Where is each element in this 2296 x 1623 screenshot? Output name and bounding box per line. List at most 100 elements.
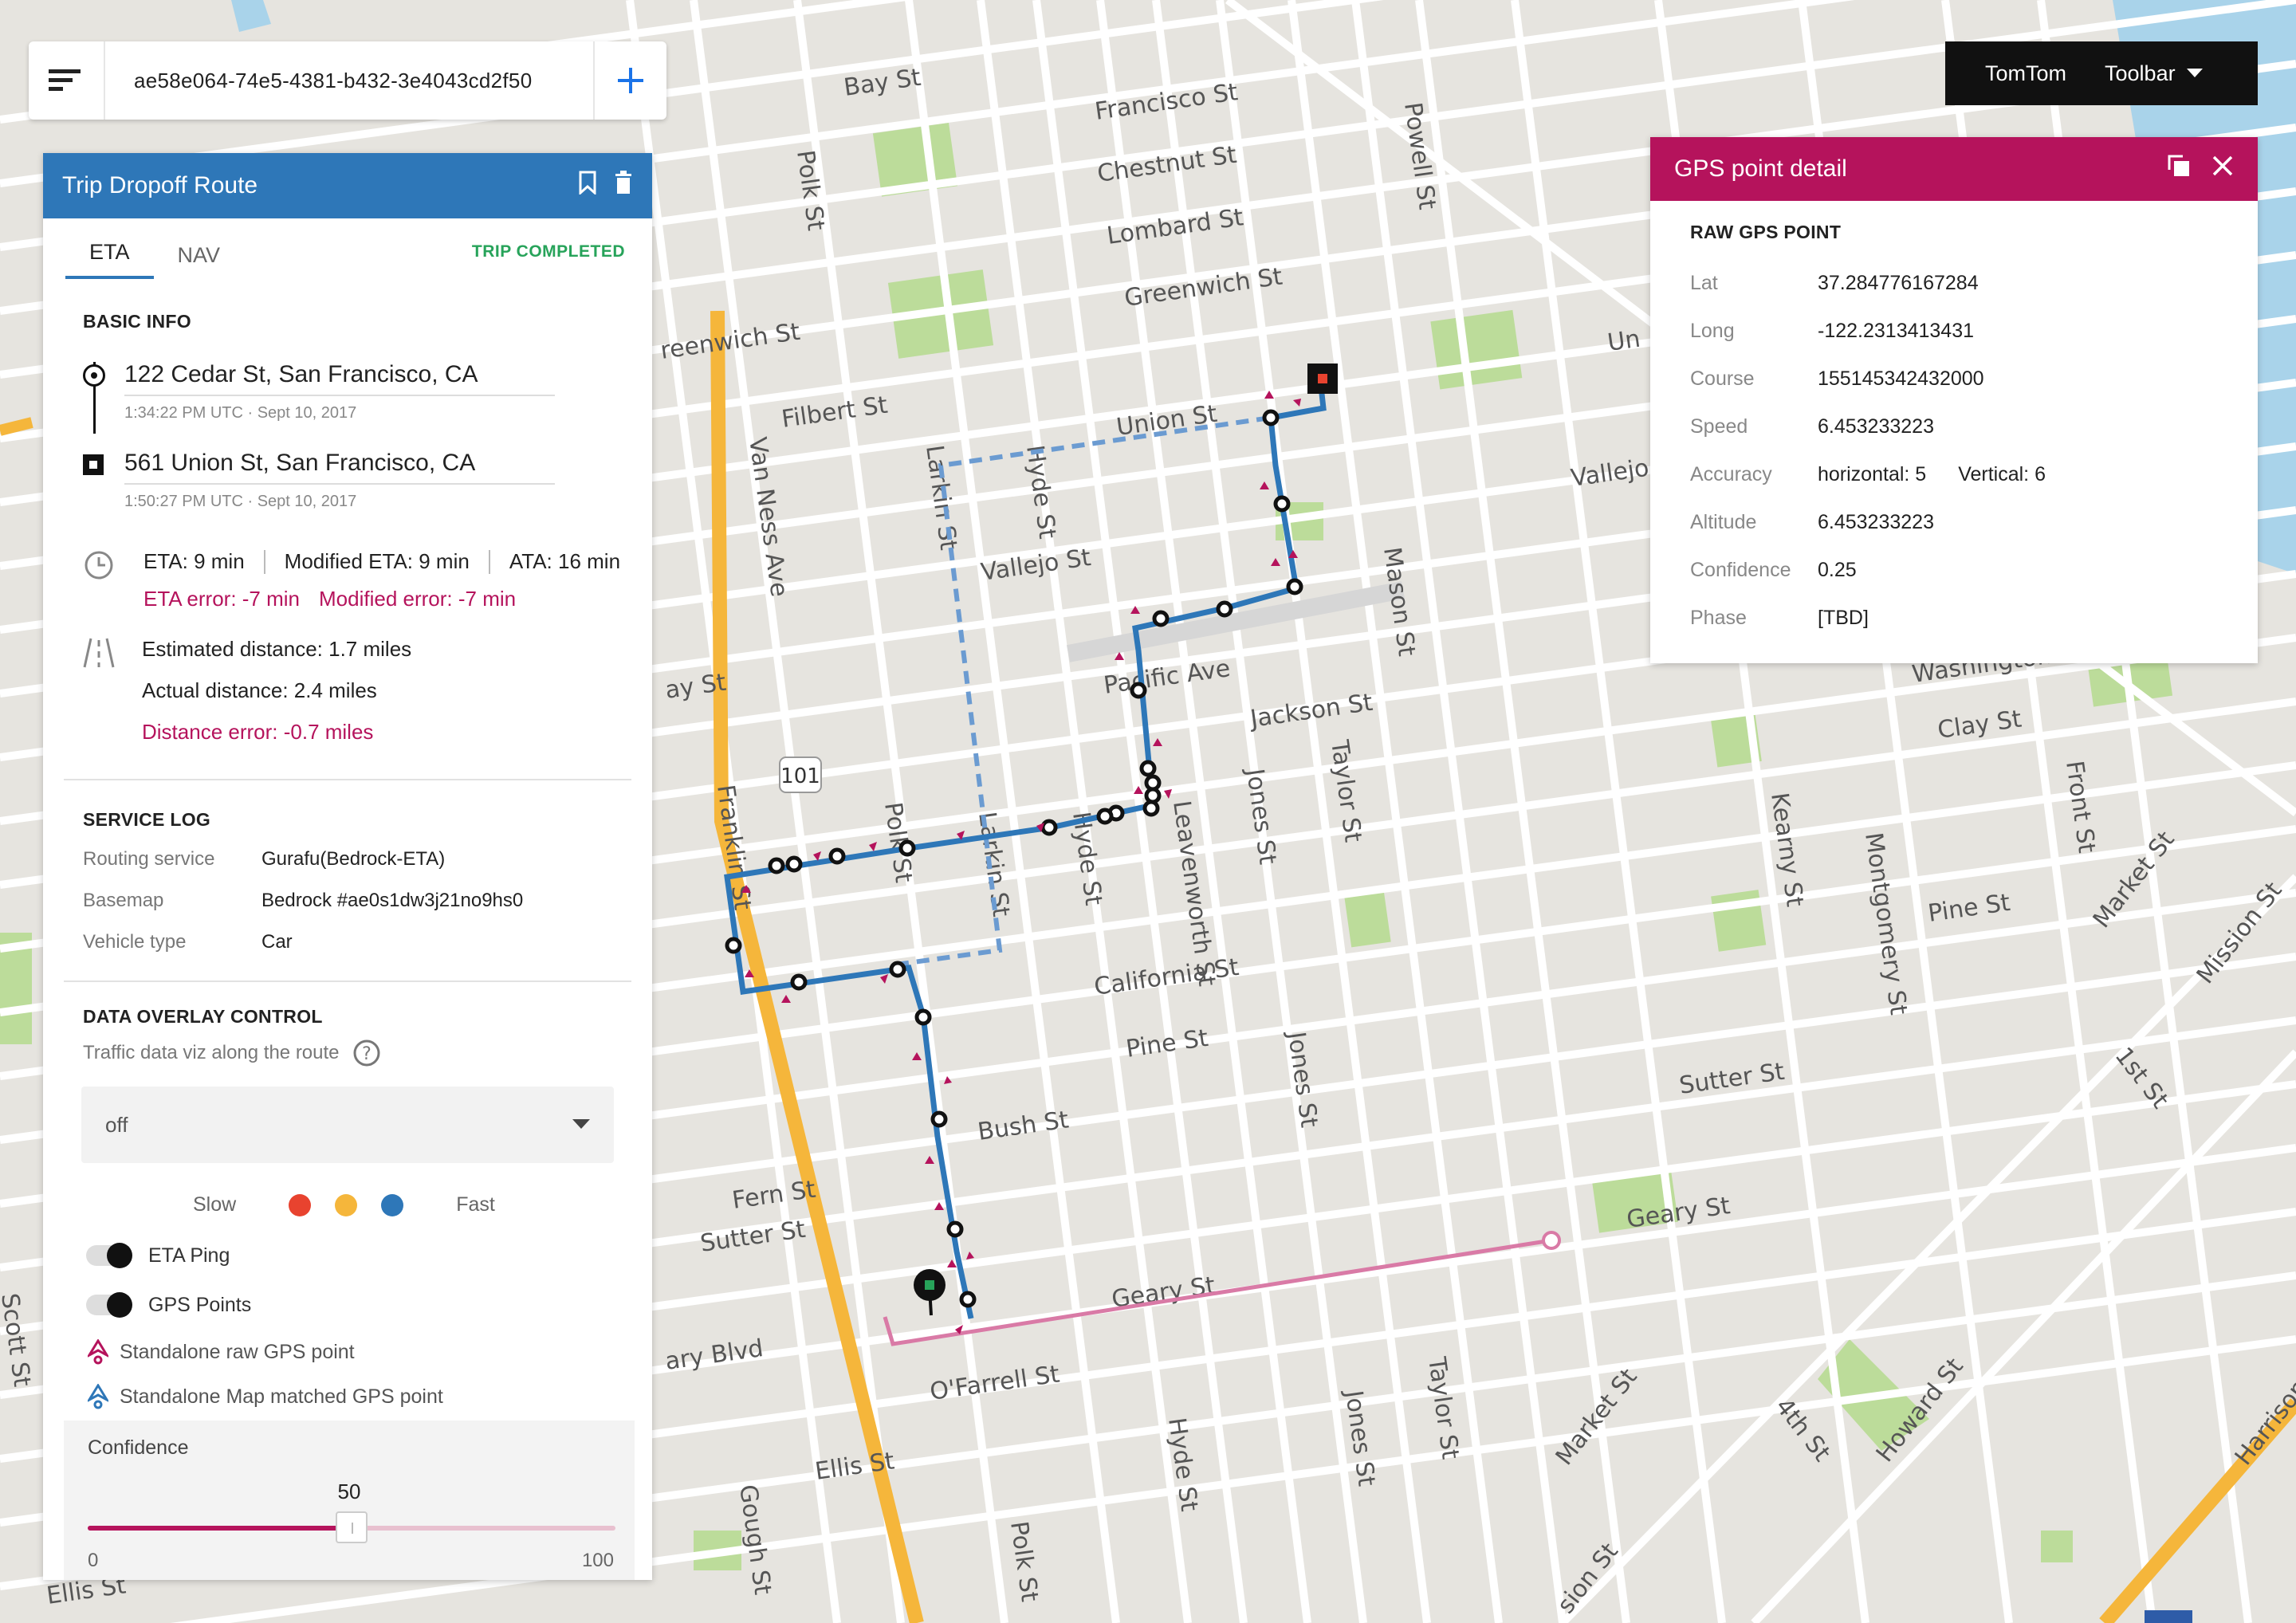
tab-eta[interactable]: ETA: [65, 240, 154, 279]
trip-id-input[interactable]: ae58e064-74e5-4381-b432-3e4043cd2f50: [105, 69, 593, 93]
map-matched-legend-label: Standalone Map matched GPS point: [120, 1385, 443, 1408]
confidence-value: 50: [337, 1480, 361, 1503]
toggle-knob: [107, 1243, 132, 1268]
confidence-value: 0.25: [1818, 558, 1857, 581]
traffic-label-row: Traffic data viz along the route ?: [43, 1039, 652, 1067]
map-matched-arrow-icon: [88, 1384, 108, 1409]
vehicle-type-value: Car: [261, 931, 293, 953]
distance-block: Estimated distance: 1.7 miles Actual dis…: [43, 637, 652, 761]
vehicle-type-label: Vehicle type: [83, 931, 187, 953]
bookmark-icon[interactable]: [579, 171, 596, 201]
eta-block: ETA: 9 min Modified ETA: 9 min ATA: 16 m…: [43, 549, 652, 611]
dropoff-marker[interactable]: [1307, 364, 1338, 394]
toggle-eta-ping[interactable]: ETA Ping: [43, 1231, 652, 1280]
gps-row-phase: Phase [TBD]: [1690, 594, 2218, 642]
slider-handle[interactable]: [336, 1511, 368, 1543]
service-row-routing: Routing service Gurafu(Bedrock-ETA): [43, 839, 652, 880]
speed-dot-slow: [289, 1193, 312, 1216]
modified-error: Modified error: -7 min: [319, 587, 517, 611]
eta-value: ETA: 9 min: [144, 549, 245, 573]
trip-status-badge: TRIP COMPLETED: [471, 242, 625, 261]
traffic-select[interactable]: off: [81, 1087, 614, 1163]
caret-down-icon: [2186, 69, 2203, 77]
basemap-value: Bedrock #ae0s1dw3j21no9hs0: [261, 890, 524, 911]
gps-points-label: GPS Points: [148, 1293, 252, 1316]
phase-value: [TBD]: [1818, 606, 1869, 629]
close-icon[interactable]: [2211, 155, 2234, 183]
course-label: Course: [1690, 367, 1755, 390]
clock-icon: [85, 551, 113, 580]
dropoff-time: 1:50:27 PM UTC · Sept 10, 2017: [124, 493, 357, 510]
course-value: 155145342432000: [1818, 367, 1984, 390]
basemap-label: Basemap: [83, 890, 164, 911]
gps-detail-body: RAW GPS POINT Lat 37.284776167284 Long -12…: [1650, 201, 2258, 662]
slider-fill: [88, 1526, 352, 1531]
slow-label: Slow: [193, 1193, 237, 1216]
west-highway: [0, 417, 33, 436]
filter-menu-button[interactable]: [29, 41, 105, 120]
routing-service-value: Gurafu(Bedrock-ETA): [261, 848, 446, 870]
pickup-time: 1:34:22 PM UTC · Sept 10, 2017: [124, 404, 357, 422]
separator: [263, 549, 265, 574]
pickup-dot-icon: [83, 364, 105, 387]
dropoff-row[interactable]: 561 Union St, San Francisco, CA 1:50:27 …: [43, 450, 652, 511]
basemap-brand[interactable]: TomTom: [1985, 61, 2066, 86]
fast-label: Fast: [456, 1193, 495, 1216]
toggle-gps-points[interactable]: GPS Points: [43, 1280, 652, 1330]
plus-icon: [618, 68, 643, 93]
help-icon[interactable]: ?: [352, 1039, 381, 1067]
trip-panel-header: Trip Dropoff Route: [43, 153, 652, 218]
eta-ping-label: ETA Ping: [148, 1244, 230, 1267]
trip-panel: Trip Dropoff Route ETA NAV TRIP COMPLETE…: [43, 153, 652, 1580]
routing-service-label: Routing service: [83, 848, 215, 870]
dropoff-square-icon: [83, 454, 104, 475]
traffic-select-value: off: [105, 1112, 128, 1137]
legend-map-matched: Standalone Map matched GPS point: [43, 1374, 652, 1419]
accuracy-label: Accuracy: [1690, 462, 1772, 485]
svg-text:?: ?: [362, 1044, 372, 1064]
svg-text:Un: Un: [1606, 325, 1641, 357]
service-row-vehicle: Vehicle type Car: [43, 922, 652, 963]
gps-detail-subtitle: RAW GPS POINT: [1690, 222, 1842, 242]
traffic-label: Traffic data viz along the route: [83, 1042, 340, 1063]
eta-ping-toggle[interactable]: [86, 1243, 132, 1268]
pickup-row[interactable]: 122 Cedar St, San Francisco, CA 1:34:22 …: [43, 361, 652, 422]
ata-value: ATA: 16 min: [509, 549, 621, 573]
filter-icon: [49, 69, 81, 91]
actual-distance: Actual distance: 2.4 miles: [142, 678, 377, 702]
confidence-label: Confidence: [1690, 558, 1791, 581]
service-log-title: SERVICE LOG: [83, 809, 211, 830]
distance-error: Distance error: -0.7 miles: [142, 720, 374, 744]
eta-error: ETA error: -7 min: [144, 587, 301, 611]
pickup-address: 122 Cedar St, San Francisco, CA: [124, 361, 555, 396]
speed-dot-medium: [335, 1193, 358, 1216]
add-trip-button[interactable]: [593, 41, 666, 120]
legend-raw-gps: Standalone raw GPS point: [43, 1330, 652, 1374]
panel-tabs: ETA NAV TRIP COMPLETED: [43, 218, 652, 279]
long-value: -122.2313413431: [1818, 319, 1975, 342]
modified-eta-value: Modified ETA: 9 min: [284, 549, 470, 573]
toolbar-dropdown[interactable]: Toolbar: [2105, 61, 2203, 86]
speed-label: Speed: [1690, 415, 1748, 438]
gps-points-toggle[interactable]: [86, 1292, 132, 1318]
accuracy-vertical: Vertical: 6: [1958, 462, 2046, 485]
raw-gps-arrow-icon: [88, 1339, 108, 1365]
gps-detail-header: GPS point detail: [1650, 137, 2258, 201]
map-toolbar: TomTom Toolbar: [1945, 41, 2258, 105]
estimated-distance: Estimated distance: 1.7 miles: [142, 637, 412, 661]
gps-row-lat: Lat 37.284776167284: [1690, 259, 2218, 307]
raw-gps-legend-label: Standalone raw GPS point: [120, 1340, 355, 1363]
confidence-slider[interactable]: [88, 1511, 615, 1543]
service-row-basemap: Basemap Bedrock #ae0s1dw3j21no9hs0: [43, 880, 652, 922]
separator: [488, 549, 490, 574]
highway-shield-label: 101: [780, 764, 820, 788]
confidence-label: Confidence: [88, 1436, 189, 1459]
trash-icon[interactable]: [614, 171, 633, 201]
gps-row-course: Course 155145342432000: [1690, 355, 2218, 403]
copy-icon[interactable]: [2167, 154, 2191, 184]
tab-nav[interactable]: NAV: [154, 243, 245, 279]
gps-point-selected[interactable]: [1542, 1231, 1561, 1250]
lat-value: 37.284776167284: [1818, 271, 1979, 294]
toggle-knob: [107, 1292, 132, 1318]
gps-row-speed: Speed 6.453233223: [1690, 403, 2218, 450]
